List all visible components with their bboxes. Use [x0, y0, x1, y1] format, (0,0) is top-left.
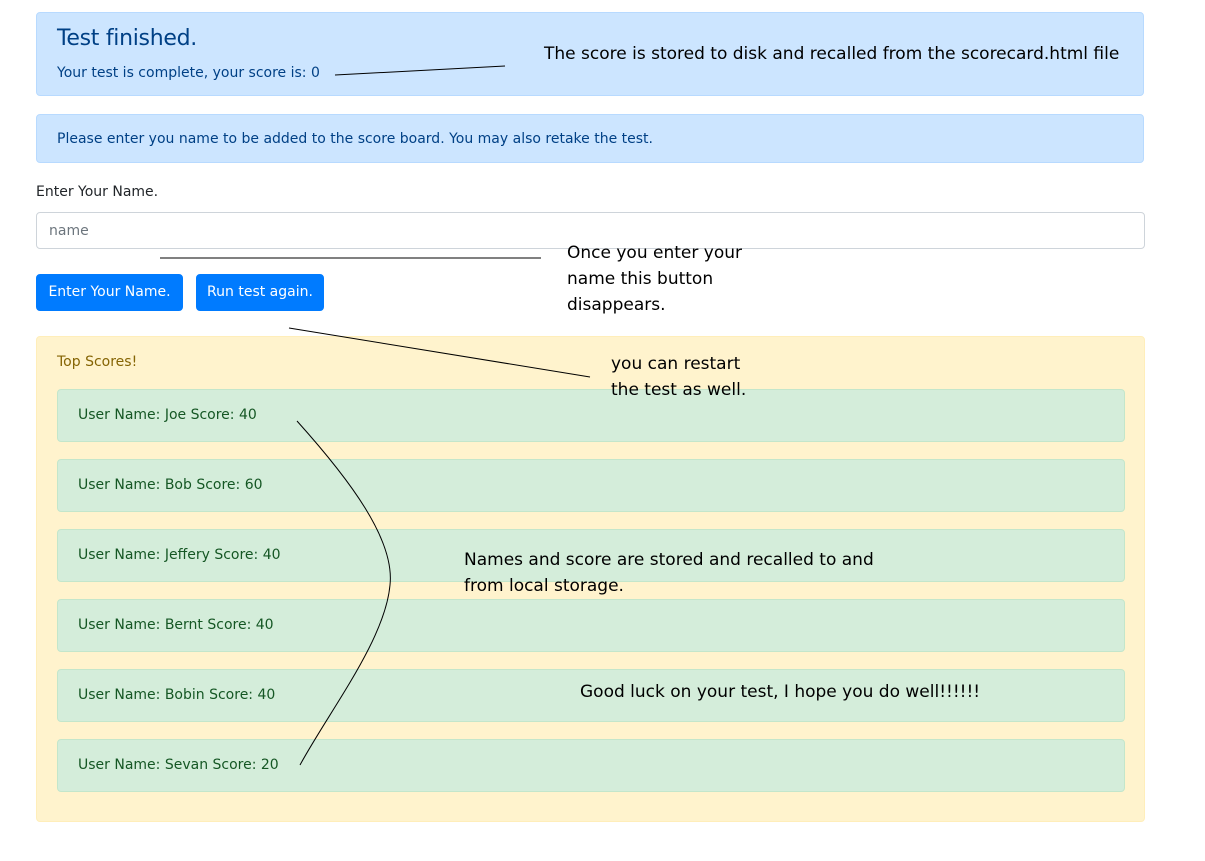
name-label: Enter Your Name.: [36, 184, 159, 200]
score-entry: User Name: Bob Score: 60: [57, 459, 1125, 512]
info-message: Please enter you name to be added to the…: [57, 131, 653, 147]
info-alert: Please enter you name to be added to the…: [36, 114, 1144, 163]
enter-name-button[interactable]: Enter Your Name.: [36, 274, 183, 311]
annotation-button: Once you enter your name this button dis…: [567, 243, 742, 315]
page-title: Test finished.: [57, 26, 197, 51]
top-scores-heading: Top Scores!: [57, 354, 138, 370]
score-entry: User Name: Bernt Score: 40: [57, 599, 1125, 652]
annotation-local-storage: Names and score are stored and recalled …: [464, 550, 874, 596]
run-test-again-button[interactable]: Run test again.: [196, 274, 324, 311]
score-list: User Name: Joe Score: 40 User Name: Bob …: [57, 389, 1125, 809]
score-entry: User Name: Sevan Score: 20: [57, 739, 1125, 792]
annotation-good-luck: Good luck on your test, I hope you do we…: [580, 682, 981, 702]
score-entry: User Name: Joe Score: 40: [57, 389, 1125, 442]
score-text: Your test is complete, your score is: 0: [57, 65, 320, 81]
annotation-restart: you can restart the test as well.: [611, 354, 747, 400]
annotation-storage: The score is stored to disk and recalled…: [544, 44, 1120, 64]
